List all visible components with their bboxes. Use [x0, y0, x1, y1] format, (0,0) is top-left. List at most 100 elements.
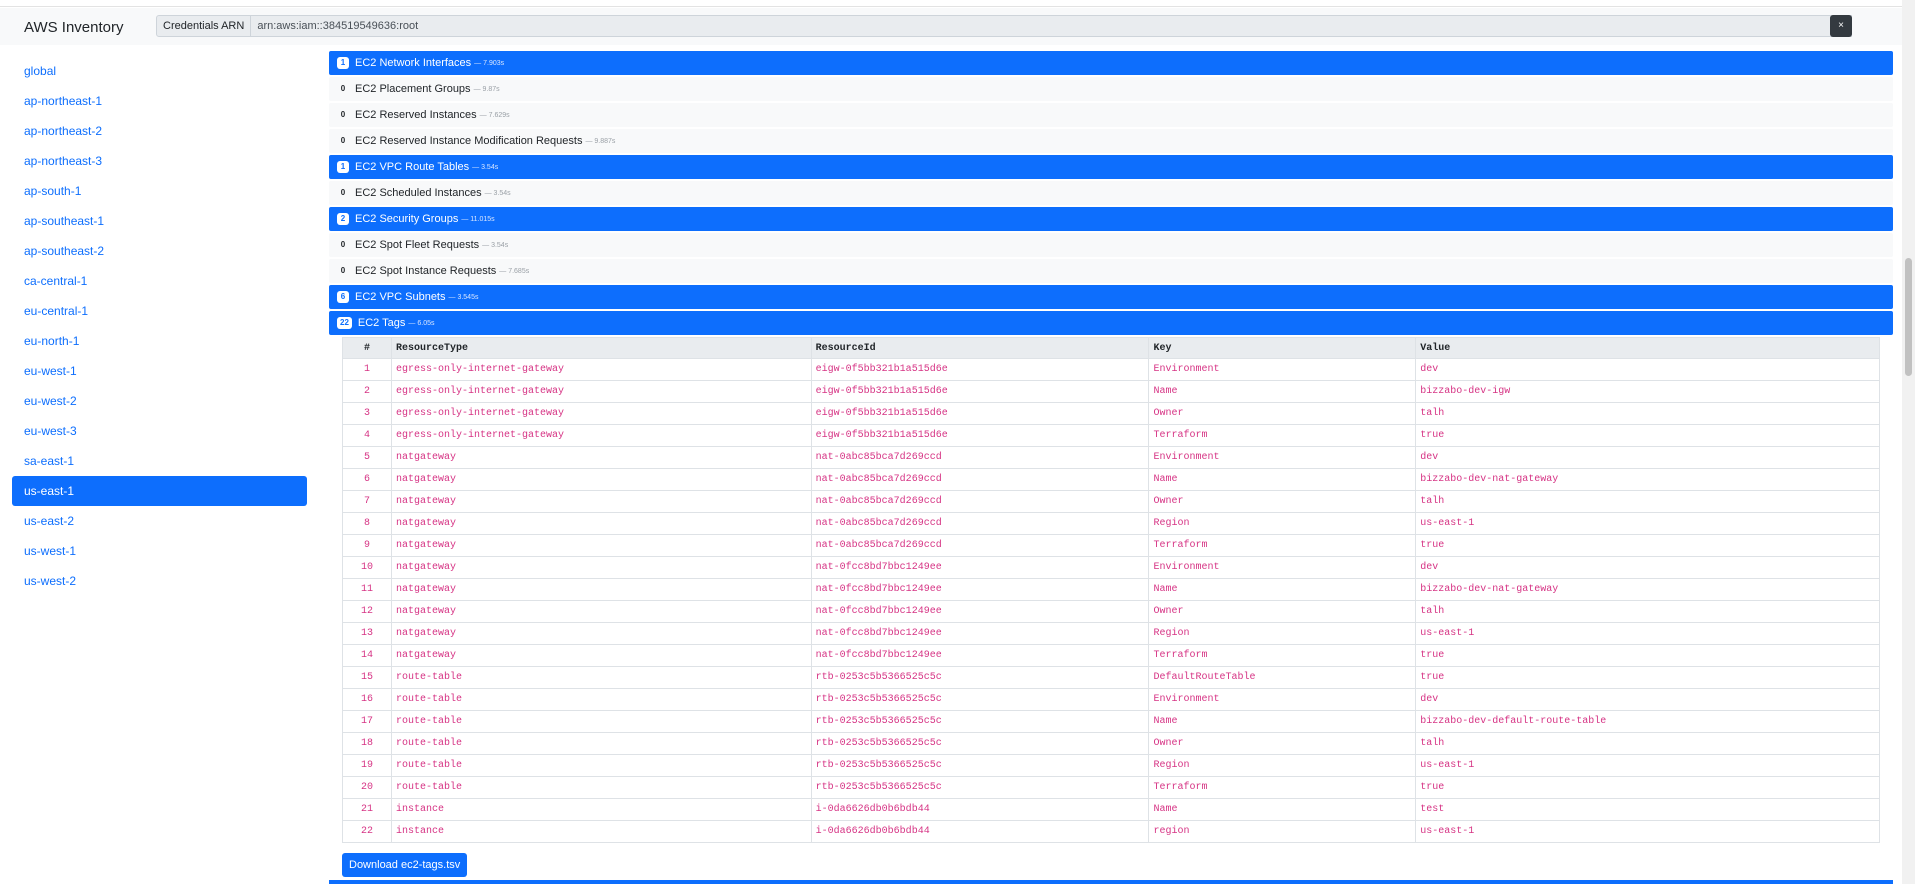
table-row: 5 natgateway nat-0abc85bca7d269ccd Environm… — [342, 446, 1880, 469]
cell-resource-id: nat-0fcc8bd7bbc1249ee — [810, 556, 1150, 579]
cell-resource-id: nat-0fcc8bd7bbc1249ee — [810, 622, 1150, 645]
cell-resource-type: route-table — [390, 732, 812, 755]
cell-resource-type: natgateway — [390, 446, 812, 469]
cell-resource-id: eigw-0f5bb321b1a515d6e — [810, 402, 1150, 425]
table-row: 9 natgateway nat-0abc85bca7d269ccd Terrafor… — [342, 534, 1880, 557]
sidebar-region-sa-east-1[interactable]: sa-east-1 — [12, 446, 307, 476]
tags-table-wrap: # ResourceType ResourceId Key Value 1 egress-… — [342, 337, 1880, 843]
cell-resource-type: natgateway — [390, 622, 812, 645]
credentials-arn-input[interactable] — [251, 15, 1852, 37]
download-tsv-button[interactable]: Download ec2-tags.tsv — [342, 853, 468, 877]
sidebar-region-eu-west-3[interactable]: eu-west-3 — [12, 416, 307, 446]
cell-key: Region — [1148, 622, 1417, 645]
resource-row[interactable]: 2 EC2 Security Groups — 11.015s — [329, 207, 1893, 231]
cell-value: talh — [1415, 732, 1880, 755]
cell-row-number: 5 — [342, 446, 392, 469]
cell-resource-type: natgateway — [390, 644, 812, 667]
cell-key: Terraform — [1148, 534, 1417, 557]
browser-top-edge — [0, 0, 1915, 7]
resource-name: EC2 Reserved Instance Modification Reque… — [355, 135, 583, 147]
cell-value: us-east-1 — [1415, 820, 1880, 843]
sidebar-region-ap-south-1[interactable]: ap-south-1 — [12, 176, 307, 206]
sidebar-region-ap-northeast-1[interactable]: ap-northeast-1 — [12, 86, 307, 116]
resource-timing: — 9.87s — [473, 85, 500, 93]
count-badge: 0 — [340, 266, 346, 275]
sidebar-region-ap-southeast-2[interactable]: ap-southeast-2 — [12, 236, 307, 266]
cell-resource-id: nat-0fcc8bd7bbc1249ee — [810, 578, 1150, 601]
resource-timing: — 6.05s — [408, 319, 435, 327]
table-body: 1 egress-only-internet-gateway eigw-0f5bb3… — [342, 358, 1880, 843]
count-badge: 22 — [337, 317, 352, 329]
cell-resource-id: nat-0fcc8bd7bbc1249ee — [810, 644, 1150, 667]
resource-timing: — 9.887s — [585, 137, 616, 145]
cell-value: us-east-1 — [1415, 622, 1880, 645]
resource-row[interactable]: 0 EC2 Placement Groups — 9.87s — [329, 77, 1893, 101]
cell-key: Terraform — [1148, 644, 1417, 667]
resource-row[interactable]: 0 EC2 Spot Instance Requests — 7.685s — [329, 259, 1893, 283]
sidebar-region-ap-northeast-3[interactable]: ap-northeast-3 — [12, 146, 307, 176]
cell-resource-id: rtb-0253c5b5366525c5c — [810, 732, 1150, 755]
cell-resource-type: route-table — [390, 754, 812, 777]
count-badge: 1 — [337, 161, 349, 173]
cell-resource-type: egress-only-internet-gateway — [390, 358, 812, 381]
resource-row[interactable]: 0 EC2 Reserved Instance Modification Requ… — [329, 129, 1893, 153]
cell-key: Name — [1148, 710, 1417, 733]
cell-resource-type: natgateway — [390, 578, 812, 601]
table-header-row: # ResourceType ResourceId Key Value — [342, 337, 1880, 359]
sidebar-region-eu-central-1[interactable]: eu-central-1 — [12, 296, 307, 326]
table-row: 6 natgateway nat-0abc85bca7d269ccd Name bizz… — [342, 468, 1880, 491]
resource-row[interactable]: 22 EC2 Tags — 6.05s — [329, 311, 1893, 335]
table-row: 21 instance i-0da6626db0b6bdb44 Name test — [342, 798, 1880, 821]
cell-resource-type: egress-only-internet-gateway — [390, 424, 812, 447]
sidebar-region-us-east-1[interactable]: us-east-1 — [12, 476, 307, 506]
scrollbar-thumb[interactable] — [1905, 258, 1912, 376]
resource-row[interactable]: 0 EC2 Scheduled Instances — 3.54s — [329, 181, 1893, 205]
count-badge: 2 — [337, 213, 349, 225]
sidebar-region-ca-central-1[interactable]: ca-central-1 — [12, 266, 307, 296]
cell-resource-id: eigw-0f5bb321b1a515d6e — [810, 380, 1150, 403]
table-row: 17 route-table rtb-0253c5b5366525c5c Name bi… — [342, 710, 1880, 733]
sidebar-region-ap-northeast-2[interactable]: ap-northeast-2 — [12, 116, 307, 146]
cell-row-number: 2 — [342, 380, 392, 403]
table-row: 22 instance i-0da6626db0b6bdb44 region us-ea… — [342, 820, 1880, 843]
table-row: 12 natgateway nat-0fcc8bd7bbc1249ee Owner ta… — [342, 600, 1880, 623]
resource-row[interactable]: 1 EC2 VPC Route Tables — 3.54s — [329, 155, 1893, 179]
cell-value: dev — [1415, 556, 1880, 579]
app-title: AWS Inventory — [24, 19, 124, 36]
sidebar-region-us-west-2[interactable]: us-west-2 — [12, 566, 307, 596]
cell-resource-id: i-0da6626db0b6bdb44 — [810, 820, 1150, 843]
sidebar-region-eu-north-1[interactable]: eu-north-1 — [12, 326, 307, 356]
cell-row-number: 22 — [342, 820, 392, 843]
cell-value: bizzabo-dev-nat-gateway — [1415, 468, 1880, 491]
cell-value: true — [1415, 424, 1880, 447]
cell-row-number: 3 — [342, 402, 392, 425]
sidebar-region-global[interactable]: global — [12, 56, 307, 86]
resource-row[interactable]: 6 EC2 VPC Subnets — 3.545s — [329, 285, 1893, 309]
sidebar-region-us-east-2[interactable]: us-east-2 — [12, 506, 307, 536]
resource-row[interactable]: 0 EC2 Reserved Instances — 7.629s — [329, 103, 1893, 127]
cell-key: Region — [1148, 754, 1417, 777]
resource-timing: — 11.015s — [461, 215, 495, 223]
cell-resource-id: rtb-0253c5b5366525c5c — [810, 688, 1150, 711]
credentials-arn-label: Credentials ARN — [156, 15, 252, 37]
resource-row[interactable]: 0 EC2 Spot Fleet Requests — 3.54s — [329, 233, 1893, 257]
cell-resource-id: eigw-0f5bb321b1a515d6e — [810, 358, 1150, 381]
resource-timing: — 3.54s — [482, 241, 509, 249]
sidebar-region-eu-west-2[interactable]: eu-west-2 — [12, 386, 307, 416]
resource-timing: — 3.54s — [472, 163, 499, 171]
cell-value: talh — [1415, 402, 1880, 425]
cell-row-number: 1 — [342, 358, 392, 381]
main-content: 1 EC2 Network Interfaces — 7.903s 0 EC2 Plac… — [329, 51, 1893, 877]
cell-resource-id: eigw-0f5bb321b1a515d6e — [810, 424, 1150, 447]
sidebar-region-us-west-1[interactable]: us-west-1 — [12, 536, 307, 566]
cell-row-number: 14 — [342, 644, 392, 667]
table-row: 15 route-table rtb-0253c5b5366525c5c Defaul… — [342, 666, 1880, 689]
page-scrollbar[interactable] — [1902, 0, 1915, 884]
sidebar-region-ap-southeast-1[interactable]: ap-southeast-1 — [12, 206, 307, 236]
resource-row[interactable]: 1 EC2 Network Interfaces — 7.903s — [329, 51, 1893, 75]
cell-key: Environment — [1148, 556, 1417, 579]
cell-value: talh — [1415, 490, 1880, 513]
clear-credentials-button[interactable]: × — [1830, 15, 1852, 37]
cell-value: true — [1415, 534, 1880, 557]
sidebar-region-eu-west-1[interactable]: eu-west-1 — [12, 356, 307, 386]
